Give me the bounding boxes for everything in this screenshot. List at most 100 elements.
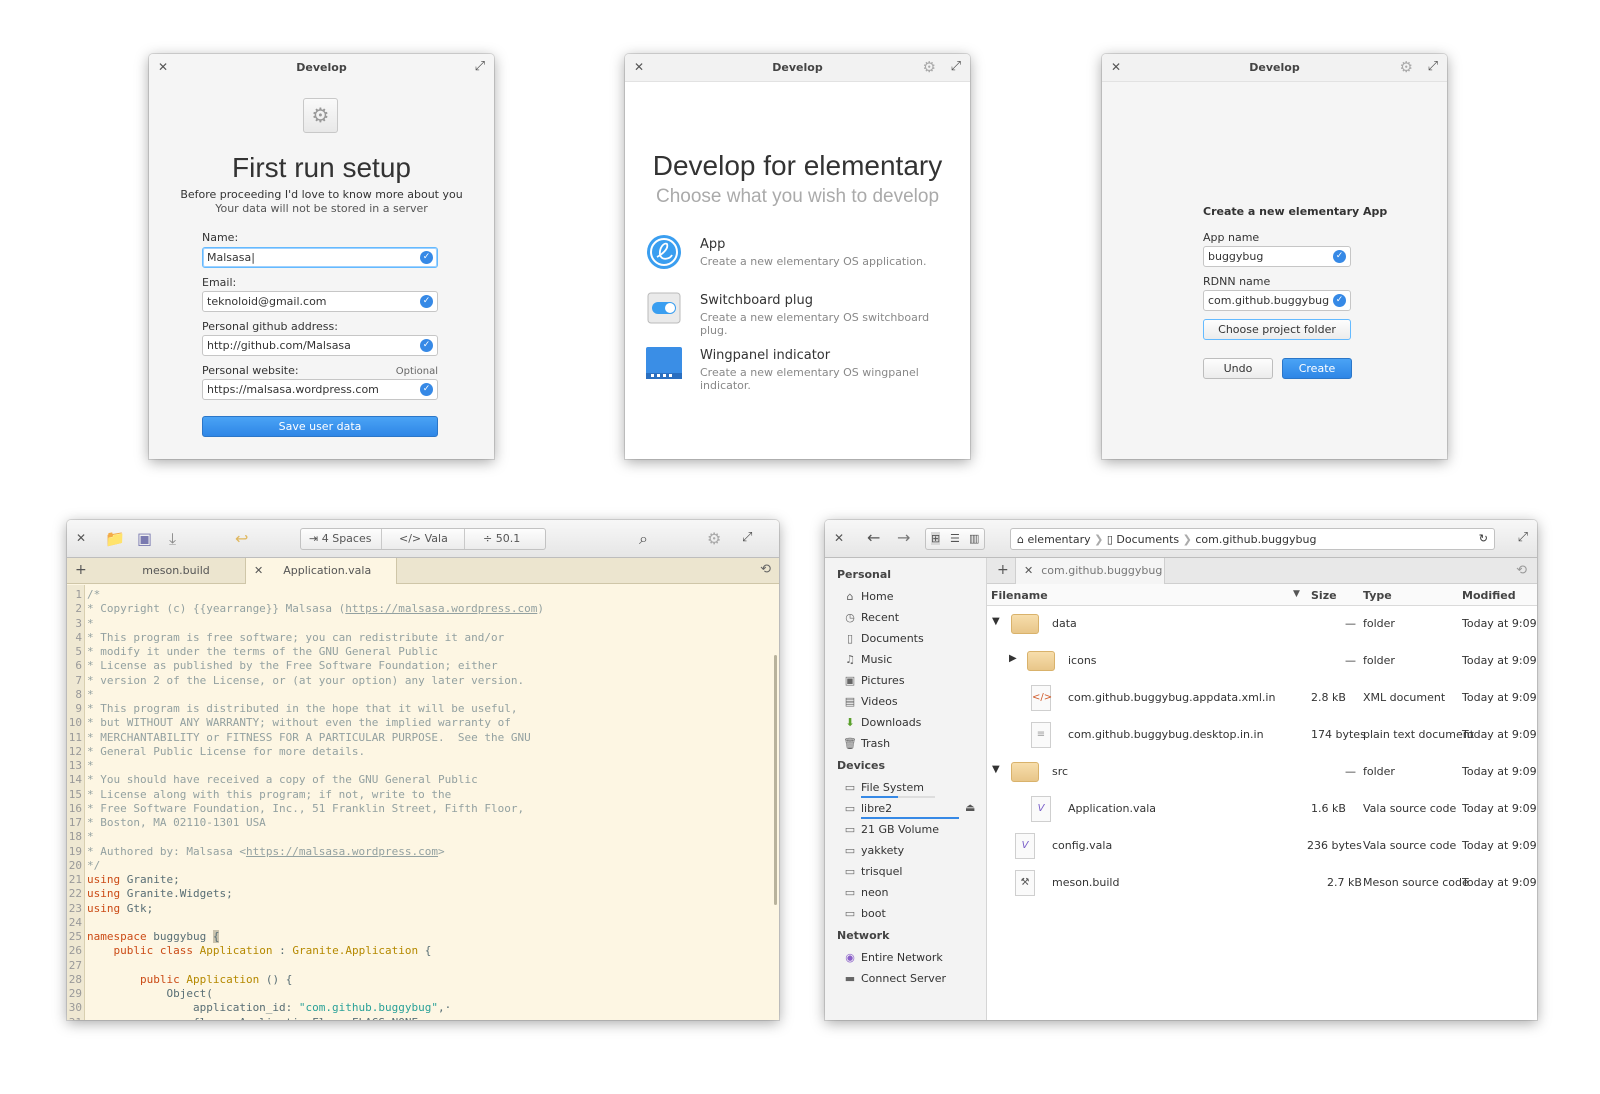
- option-wingpanel-indicator[interactable]: Wingpanel indicator Create a new element…: [645, 344, 955, 392]
- list-view-icon[interactable]: ☰: [950, 532, 960, 545]
- folder-icon: [1011, 614, 1039, 634]
- sidebar-item-home[interactable]: ⌂ Home: [843, 590, 894, 603]
- sidebar-item-connect-server[interactable]: ▬ Connect Server: [843, 972, 946, 985]
- table-row[interactable]: ⚒ meson.build 2.7 kB Meson source code T…: [987, 865, 1537, 902]
- sidebar-item-pictures[interactable]: ▣ Pictures: [843, 674, 905, 687]
- sidebar-heading: Personal: [837, 568, 892, 581]
- maximize-icon[interactable]: ⤢: [475, 59, 485, 74]
- sidebar-item-label: yakkety: [861, 844, 905, 857]
- save-user-data-button[interactable]: Save user data: [202, 416, 438, 437]
- folder-icon[interactable]: 📁: [105, 529, 125, 548]
- column-modified[interactable]: Modified: [1462, 589, 1516, 602]
- line-number: 6: [75, 659, 82, 673]
- sidebar-item-trash[interactable]: 🗑 Trash: [843, 737, 890, 750]
- maximize-icon[interactable]: ⤢: [1428, 59, 1438, 74]
- drive-icon: ▭: [844, 886, 856, 899]
- gear-icon[interactable]: ⚙: [707, 529, 721, 548]
- name-field[interactable]: Malsasa| ✓: [202, 247, 438, 268]
- close-icon[interactable]: ✕: [834, 531, 844, 545]
- indent-selector[interactable]: ⇥ 4 Spaces: [309, 532, 371, 545]
- sidebar-item-file-system[interactable]: ▭ File System: [843, 781, 924, 794]
- sidebar-item-videos[interactable]: ▤ Videos: [843, 695, 898, 708]
- gear-icon[interactable]: ⚙: [923, 58, 936, 76]
- breadcrumb-item[interactable]: elementary: [1027, 533, 1090, 546]
- table-row[interactable]: ▼ src — folder Today at 9:09: [987, 754, 1537, 791]
- table-row[interactable]: V config.vala 236 bytes Vala source code…: [987, 828, 1537, 865]
- website-field[interactable]: https://malsasa.wordpress.com ✓: [202, 379, 438, 400]
- check-icon: ✓: [420, 383, 433, 396]
- add-tab-icon[interactable]: +: [997, 562, 1009, 578]
- open-project-icon[interactable]: ▣: [137, 529, 152, 548]
- eject-icon[interactable]: ⏏: [965, 801, 975, 814]
- maximize-icon[interactable]: ⤢: [951, 59, 961, 74]
- sidebar-item-documents[interactable]: ▯ Documents: [843, 632, 924, 645]
- app-name-field[interactable]: buggybug ✓: [1203, 246, 1351, 267]
- github-field[interactable]: http://github.com/Malsasa ✓: [202, 335, 438, 356]
- check-icon: ✓: [420, 339, 433, 352]
- history-icon[interactable]: ⟲: [1516, 563, 1527, 578]
- column-filename[interactable]: Filename: [991, 589, 1048, 602]
- save-icon[interactable]: ⤓: [169, 529, 176, 549]
- icon-view-icon[interactable]: ⊞: [931, 532, 941, 545]
- choose-project-folder-button[interactable]: Choose project folder: [1203, 319, 1351, 340]
- back-icon[interactable]: ←: [867, 528, 880, 547]
- sidebar-item-entire-network[interactable]: ◉ Entire Network: [843, 951, 943, 964]
- column-view-icon[interactable]: ▥: [969, 532, 979, 545]
- history-icon[interactable]: ⟲: [760, 562, 771, 577]
- breadcrumb-item[interactable]: Documents: [1116, 533, 1179, 546]
- maximize-icon[interactable]: ⤢: [1518, 530, 1528, 545]
- sidebar-item-trisquel[interactable]: ▭ trisquel: [843, 865, 903, 878]
- sidebar-item-label: trisquel: [861, 865, 903, 878]
- gear-icon: ⚙: [303, 98, 338, 133]
- option-switchboard-plug[interactable]: Switchboard plug Create a new elementary…: [645, 289, 955, 337]
- sidebar-item-yakkety[interactable]: ▭ yakkety: [843, 844, 904, 857]
- column-type[interactable]: Type: [1363, 589, 1392, 602]
- expander-open-icon[interactable]: ▼: [992, 764, 1000, 775]
- sidebar-item-neon[interactable]: ▭ neon: [843, 886, 889, 899]
- tab-com-github-buggybug[interactable]: ✕ com.github.buggybug: [1015, 558, 1165, 584]
- column-size[interactable]: Size: [1311, 589, 1337, 602]
- close-tab-icon[interactable]: ✕: [1024, 564, 1033, 577]
- table-row[interactable]: V Application.vala 1.6 kB Vala source co…: [987, 791, 1537, 828]
- email-field[interactable]: teknoloid@gmail.com ✓: [202, 291, 438, 312]
- add-tab-icon[interactable]: +: [75, 562, 87, 578]
- sidebar-item-downloads[interactable]: ⬇ Downloads: [843, 716, 921, 729]
- gear-icon[interactable]: ⚙: [1400, 58, 1413, 76]
- code-view[interactable]: 1 2 3 4 5 6 7 8 9 10 11 12 13 14 15 16 1…: [67, 585, 779, 1020]
- option-app[interactable]: App Create a new elementary OS applicati…: [645, 233, 955, 277]
- undo-button[interactable]: Undo: [1203, 358, 1273, 379]
- file-type: folder: [1363, 654, 1395, 667]
- breadcrumb-item[interactable]: com.github.buggybug: [1195, 533, 1316, 546]
- table-row[interactable]: ▶ icons — folder Today at 9:09: [987, 643, 1537, 680]
- sidebar-item-boot[interactable]: ▭ boot: [843, 907, 886, 920]
- language-selector[interactable]: </> Vala: [399, 532, 448, 545]
- sidebar-item-music[interactable]: ♫ Music: [843, 653, 892, 666]
- expander-open-icon[interactable]: ▼: [992, 616, 1000, 627]
- reload-icon[interactable]: ↻: [1479, 532, 1488, 545]
- sidebar-item-libre2[interactable]: ▭ libre2: [843, 802, 892, 815]
- table-row[interactable]: ≡ com.github.buggybug.desktop.in.in 174 …: [987, 717, 1537, 754]
- table-row[interactable]: </> com.github.buggybug.appdata.xml.in 2…: [987, 680, 1537, 717]
- close-icon[interactable]: ✕: [76, 531, 86, 545]
- file-modified: Today at 9:09: [1462, 691, 1537, 704]
- maximize-icon[interactable]: ⤢: [742, 530, 752, 545]
- close-tab-icon[interactable]: ✕: [254, 564, 263, 577]
- create-button[interactable]: Create: [1282, 358, 1352, 379]
- expander-closed-icon[interactable]: ▶: [1009, 653, 1017, 664]
- code-lines[interactable]: /* * Copyright (c) {{yearrange}} Malsasa…: [87, 588, 769, 1020]
- picture-icon: ▣: [844, 674, 856, 687]
- forward-icon[interactable]: →: [897, 528, 910, 547]
- scrollbar[interactable]: [774, 655, 777, 905]
- table-row[interactable]: ▼ data — folder Today at 9:09: [987, 606, 1537, 643]
- tab-meson-build[interactable]: meson.build: [97, 558, 255, 584]
- breadcrumb[interactable]: ⌂ elementary ❯ ▯ Documents ❯ com.github.…: [1010, 528, 1495, 550]
- page-subtitle: Choose what you wish to develop: [655, 186, 940, 207]
- revert-icon[interactable]: ↩: [235, 529, 248, 548]
- search-icon[interactable]: ⌕: [639, 529, 648, 549]
- sidebar-item-recent[interactable]: ◷ Recent: [843, 611, 899, 624]
- goto-line[interactable]: ÷ 50.1: [483, 532, 520, 545]
- files-tabbar: + ✕ com.github.buggybug ⟲: [987, 558, 1537, 584]
- sidebar-item-21gb-volume[interactable]: ▭ 21 GB Volume: [843, 823, 939, 836]
- rdnn-field[interactable]: com.github.buggybug ✓: [1203, 290, 1351, 311]
- tab-application-vala[interactable]: ✕ Application.vala: [245, 558, 397, 584]
